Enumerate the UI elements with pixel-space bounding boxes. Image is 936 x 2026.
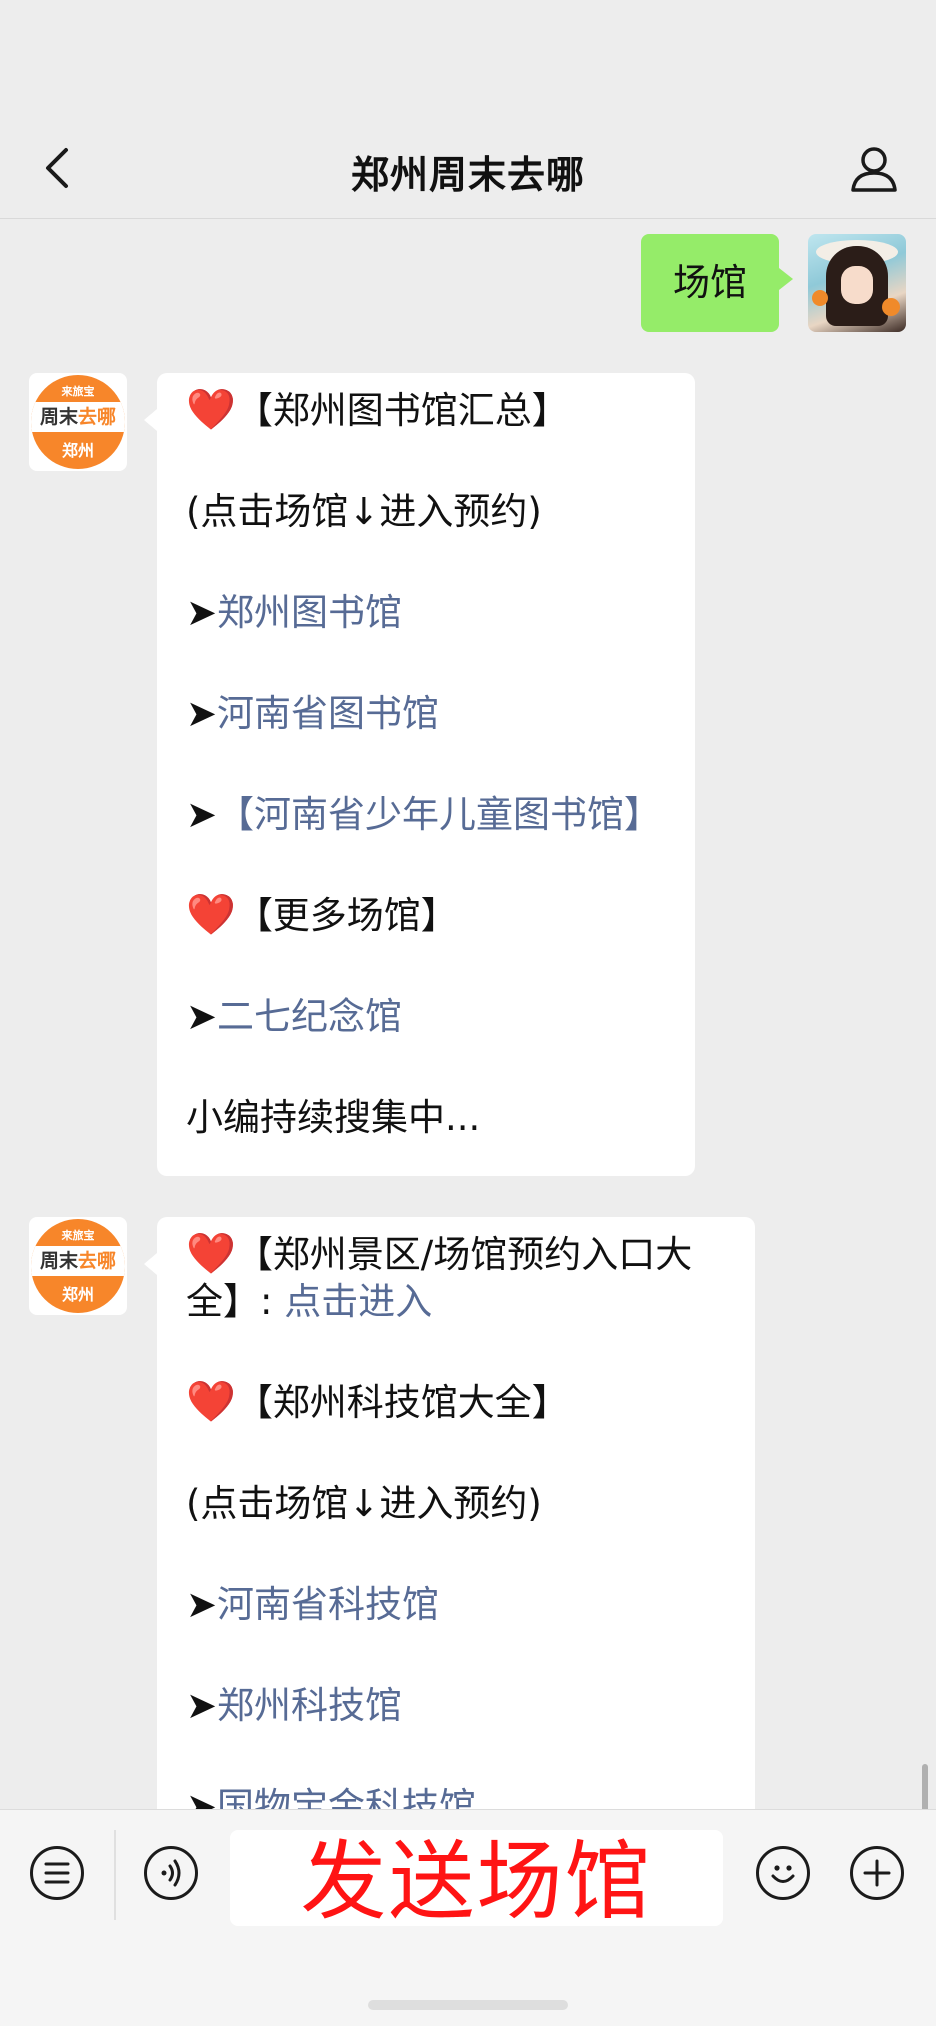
profile-icon[interactable]	[846, 140, 902, 196]
section-heading: ❤️【郑州景区/场馆预约入口大全】: 点击进入	[186, 1231, 693, 1323]
official-account-avatar[interactable]: 来旅宝 周末去哪 郑州	[29, 1217, 127, 1315]
venue-link[interactable]: 郑州图书馆	[217, 591, 402, 634]
venue-link[interactable]: 【河南省少年儿童图书馆】	[217, 793, 661, 836]
official-account-avatar[interactable]: 来旅宝 周末去哪 郑州	[29, 373, 127, 471]
venue-link-row: ➤【河南省少年儿童图书馆】	[186, 793, 662, 836]
brand-logo: 来旅宝 周末去哪 郑州	[31, 375, 125, 469]
home-indicator	[368, 2000, 568, 2010]
venue-link[interactable]: 国物宝金科技馆	[217, 1785, 476, 1809]
input-overlay-text: 发送场馆	[300, 1832, 653, 1932]
hint-text: (点击场馆↓进入预约)	[186, 1482, 542, 1525]
venue-link-row: ➤郑州图书馆	[186, 591, 403, 634]
venue-link[interactable]: 河南省图书馆	[217, 692, 439, 735]
venue-link-row: ➤郑州科技馆	[186, 1684, 403, 1727]
user-message-bubble[interactable]: 场馆	[641, 234, 793, 332]
venue-link[interactable]: 河南省科技馆	[217, 1583, 439, 1626]
toolbar-divider	[114, 1830, 116, 1920]
status-bar-area	[0, 0, 936, 128]
message-input[interactable]: 发送场馆	[230, 1830, 723, 1930]
section-heading: ❤️【更多场馆】	[186, 892, 458, 938]
input-toolbar: 发送场馆	[0, 1809, 936, 2026]
venue-link[interactable]: 郑州科技馆	[217, 1684, 402, 1727]
plus-icon[interactable]	[850, 1846, 904, 1900]
venue-link-row: ➤二七纪念馆	[186, 995, 403, 1038]
section-heading: ❤️【郑州科技馆大全】	[186, 1379, 569, 1425]
heart-icon: ❤️	[186, 892, 236, 938]
voice-icon[interactable]	[144, 1846, 198, 1900]
footer-text: 小编持续搜集中...	[186, 1096, 481, 1139]
reply-bubble-libraries: ❤️【郑州图书馆汇总】 (点击场馆↓进入预约) ➤郑州图书馆 ➤河南省图书馆 ➤…	[144, 373, 695, 1176]
venue-link-row: ➤河南省图书馆	[186, 692, 440, 735]
enter-link[interactable]: 点击进入	[284, 1280, 432, 1323]
emoji-icon[interactable]	[756, 1846, 810, 1900]
reply-bubble-science: ❤️【郑州景区/场馆预约入口大全】: 点击进入 ❤️【郑州科技馆大全】 (点击场…	[144, 1217, 755, 1809]
heart-icon: ❤️	[186, 1231, 236, 1277]
scrollbar-thumb[interactable]	[922, 1764, 928, 1809]
venue-link-row: ➤河南省科技馆	[186, 1583, 440, 1626]
user-avatar[interactable]	[808, 234, 906, 332]
nav-bar: 郑州周末去哪	[0, 118, 936, 219]
section-heading: ❤️【郑州图书馆汇总】	[186, 387, 569, 433]
venue-link[interactable]: 二七纪念馆	[217, 995, 402, 1038]
chat-title: 郑州周末去哪	[350, 153, 585, 197]
heart-icon: ❤️	[186, 1379, 236, 1425]
heart-icon: ❤️	[186, 387, 236, 433]
venue-link-row: ➤国物宝金科技馆	[186, 1783, 729, 1809]
chat-history[interactable]: 场馆 来旅宝 周末去哪 郑州 ❤️【郑州图书馆汇总】 (点击场馆↓进入预约) ➤…	[0, 219, 936, 1809]
menu-list-icon[interactable]	[30, 1846, 84, 1900]
hint-text: (点击场馆↓进入预约)	[186, 490, 542, 533]
brand-logo: 来旅宝 周末去哪 郑州	[31, 1219, 125, 1313]
